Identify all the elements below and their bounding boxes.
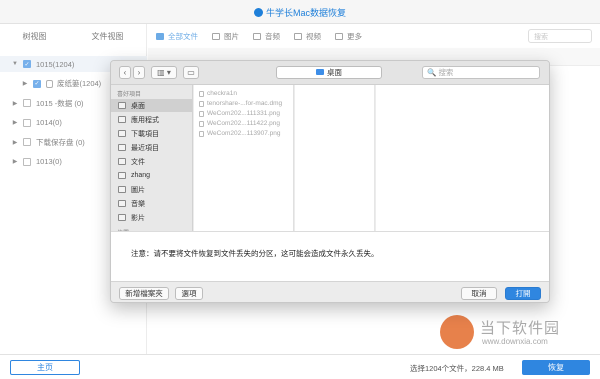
- favorite-label: 桌面: [131, 102, 145, 110]
- favorite-item[interactable]: 桌面: [111, 99, 192, 112]
- save-dialog: ‹ › ▥ ▾ ▭ 桌面 🔍 搜索 喜好項目 桌面應用程式下載項目最近項目文件 z…: [110, 60, 550, 303]
- file-item[interactable]: WeCom202...113907.png: [199, 129, 280, 138]
- file-name: checkra1n: [207, 90, 237, 97]
- file-icon: [199, 120, 204, 127]
- favorite-item[interactable]: zhang: [111, 169, 192, 182]
- folder-icon: [118, 158, 126, 165]
- home-button[interactable]: 主页: [10, 360, 80, 375]
- dialog-search-placeholder: 搜索: [438, 68, 454, 77]
- folder-icon: [118, 186, 126, 193]
- file-item[interactable]: checkra1n: [199, 89, 237, 98]
- favorite-label: 最近項目: [131, 144, 159, 152]
- file-item[interactable]: tenorshare-...for-mac.dmg: [199, 99, 282, 108]
- file-icon: [199, 100, 204, 107]
- dialog-sidebar: 喜好項目 桌面應用程式下載項目最近項目文件zhang圖片音樂影片 位置: [111, 85, 193, 231]
- view-mode-button[interactable]: ▥ ▾: [151, 66, 177, 79]
- folder-icon: [118, 116, 126, 123]
- favorite-label: 文件: [131, 158, 145, 166]
- empty-column: [295, 85, 375, 231]
- favorites-header: 喜好項目: [117, 92, 142, 98]
- file-name: WeCom202...111331.png: [207, 110, 280, 117]
- file-name: WeCom202...111422.png: [207, 120, 280, 127]
- file-name: tenorshare-...for-mac.dmg: [207, 100, 283, 107]
- watermark-logo-icon: [440, 315, 474, 349]
- folder-icon: [118, 172, 126, 179]
- preview-column: [376, 85, 549, 231]
- favorite-label: zhang: [131, 172, 151, 179]
- cancel-button[interactable]: 取消: [461, 287, 497, 300]
- dialog-search-input[interactable]: 🔍 搜索: [422, 66, 540, 79]
- dialog-toolbar: ‹ › ▥ ▾ ▭ 桌面 🔍 搜索: [111, 61, 549, 85]
- folder-icon: [316, 69, 324, 75]
- favorite-item[interactable]: 應用程式: [111, 113, 192, 126]
- location-label: 桌面: [327, 68, 342, 77]
- app-title-text: 牛学长Mac数据恢复: [265, 8, 346, 18]
- title-bar: 牛学长Mac数据恢复: [0, 0, 600, 24]
- folder-icon: [118, 102, 126, 109]
- new-folder-button[interactable]: 新增檔案夾: [119, 287, 169, 300]
- favorite-label: 圖片: [131, 186, 145, 194]
- options-button[interactable]: 選項: [175, 287, 203, 300]
- file-item[interactable]: WeCom202...111422.png: [199, 119, 280, 128]
- selection-summary: 选择1204个文件，228.4 MB: [410, 364, 504, 373]
- watermark-title: 当下软件园: [480, 320, 561, 337]
- app-logo-icon: [253, 8, 263, 17]
- folder-icon: [118, 200, 126, 207]
- recover-button[interactable]: 恢复: [522, 360, 590, 375]
- folder-icon: [118, 130, 126, 137]
- favorite-item[interactable]: 文件: [111, 155, 192, 168]
- file-icon: [199, 90, 204, 97]
- open-button[interactable]: 打開: [505, 287, 541, 300]
- file-icon: [199, 130, 204, 137]
- back-button[interactable]: ‹: [119, 66, 131, 79]
- favorite-item[interactable]: 影片: [111, 211, 192, 224]
- app-title: 牛学长Mac数据恢复: [0, 6, 600, 19]
- dialog-buttons: 新增檔案夾 選項 取消 打開: [111, 281, 549, 302]
- status-bar: 主页 选择1204个文件，228.4 MB 恢复: [0, 354, 600, 379]
- file-name: WeCom202...113907.png: [207, 130, 281, 137]
- favorite-item[interactable]: 最近項目: [111, 141, 192, 154]
- favorite-item[interactable]: 音樂: [111, 197, 192, 210]
- file-item[interactable]: WeCom202...111331.png: [199, 109, 280, 118]
- forward-button[interactable]: ›: [133, 66, 145, 79]
- location-select[interactable]: 桌面: [276, 66, 382, 79]
- new-folder-icon[interactable]: ▭: [183, 66, 199, 79]
- favorite-item[interactable]: 下載項目: [111, 127, 192, 140]
- favorite-label: 應用程式: [131, 116, 159, 124]
- watermark: 当下软件园 www.downxia.com: [440, 315, 590, 355]
- folder-icon: [118, 214, 126, 221]
- notice-area: 注意：请不要将文件恢复到文件丢失的分区，这可能会造成文件永久丢失。: [111, 231, 549, 281]
- file-column: checkra1n tenorshare-...for-mac.dmg WeCom2…: [194, 85, 294, 231]
- file-icon: [199, 110, 204, 117]
- folder-icon: [118, 144, 126, 151]
- watermark-url: www.downxia.com: [482, 337, 548, 346]
- favorite-label: 音樂: [131, 200, 145, 208]
- favorite-label: 下載項目: [131, 130, 159, 138]
- notice-text: 注意：请不要将文件恢复到文件丢失的分区，这可能会造成文件永久丢失。: [131, 249, 379, 258]
- favorite-item[interactable]: 圖片: [111, 183, 192, 196]
- favorite-label: 影片: [131, 214, 145, 222]
